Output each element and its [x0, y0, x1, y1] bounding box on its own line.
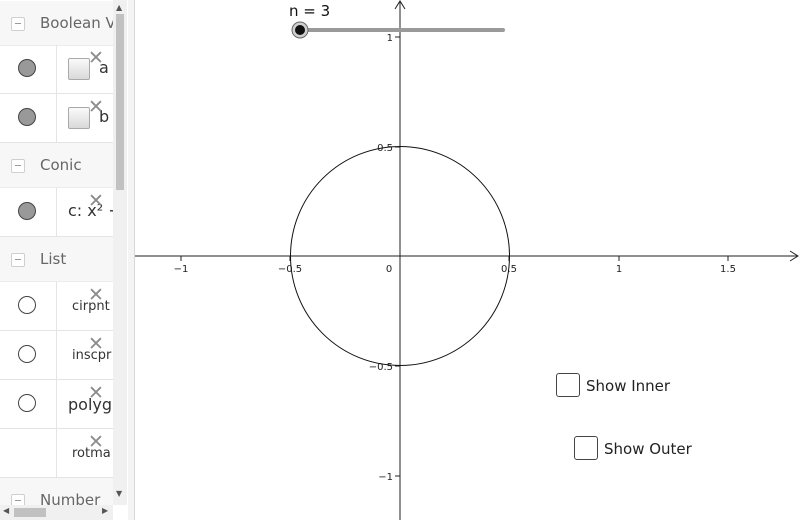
x-tick-label: 1: [616, 264, 622, 275]
visibility-toggle-icon[interactable]: [18, 345, 36, 363]
visibility-toggle-icon[interactable]: [18, 394, 36, 412]
show-inner-checkbox[interactable]: [556, 373, 580, 397]
panel-divider[interactable]: [128, 0, 135, 520]
x-tick-label: −0.5: [278, 264, 302, 275]
collapse-icon[interactable]: [11, 159, 25, 173]
y-tick-label: −1: [378, 472, 393, 483]
vertical-scroll-thumb[interactable]: [116, 14, 124, 190]
group-label: Boolean V: [40, 14, 113, 32]
close-icon[interactable]: ✕: [88, 192, 104, 211]
close-icon[interactable]: ✕: [88, 49, 104, 68]
scroll-right-icon[interactable]: ▶: [102, 507, 108, 515]
horizontal-scroll-thumb[interactable]: [14, 508, 46, 517]
group-label: Conic: [40, 156, 82, 174]
x-tick-label: 1.5: [720, 264, 736, 275]
boolean-checkbox[interactable]: [68, 58, 90, 80]
visibility-toggle-icon[interactable]: [18, 202, 36, 220]
algebra-row-c[interactable]: c: x² + ✕: [0, 188, 113, 237]
algebra-row-b[interactable]: b ✕: [0, 94, 113, 143]
close-icon[interactable]: ✕: [88, 335, 104, 354]
slider-handle[interactable]: [295, 25, 305, 35]
group-header-list[interactable]: List: [0, 237, 113, 282]
group-label: List: [40, 250, 67, 268]
x-tick-label: −1: [174, 264, 189, 275]
close-icon[interactable]: ✕: [88, 433, 104, 452]
close-icon[interactable]: ✕: [88, 286, 104, 305]
algebra-row-rotma[interactable]: rotma ✕: [0, 429, 113, 478]
show-outer-label: Show Outer: [604, 440, 692, 458]
scroll-down-icon[interactable]: ▼: [116, 490, 122, 498]
collapse-icon[interactable]: [11, 17, 25, 31]
algebra-row-inscpr[interactable]: inscpr ✕: [0, 331, 113, 380]
algebra-row-cirpnt[interactable]: cirpnt ✕: [0, 282, 113, 331]
collapse-icon[interactable]: [11, 253, 25, 267]
y-tick-label: 1: [387, 33, 393, 44]
show-inner-label: Show Inner: [586, 377, 671, 395]
graphics-view[interactable]: −1 −0.5 0 0.5 1 1.5 1 0.5 −0.5 −1: [135, 0, 801, 520]
slider-label: n = 3: [289, 2, 331, 20]
x-tick-label: 0: [386, 264, 392, 275]
algebra-view: Boolean V a ✕ b ✕ Conic c: x² + ✕ List c…: [0, 0, 113, 520]
close-icon[interactable]: ✕: [88, 384, 104, 403]
boolean-checkbox[interactable]: [68, 107, 90, 129]
group-header-conic[interactable]: Conic: [0, 143, 113, 188]
visibility-toggle-icon[interactable]: [18, 108, 36, 126]
x-tick-marks: [180, 256, 729, 261]
visibility-toggle-icon[interactable]: [18, 59, 36, 77]
scroll-left-icon[interactable]: ◀: [3, 507, 9, 515]
algebra-row-a[interactable]: a ✕: [0, 45, 113, 94]
show-outer-checkbox[interactable]: [574, 436, 598, 460]
group-header-boolean[interactable]: Boolean V: [0, 1, 113, 46]
visibility-toggle-icon[interactable]: [18, 296, 36, 314]
close-icon[interactable]: ✕: [88, 98, 104, 117]
scroll-up-icon[interactable]: ▲: [116, 4, 122, 12]
algebra-row-polyg[interactable]: polyg ✕: [0, 380, 113, 429]
